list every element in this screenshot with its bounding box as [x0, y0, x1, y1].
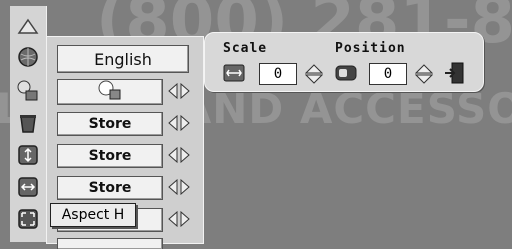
next-item[interactable] — [57, 238, 163, 249]
up-arrow-icon[interactable] — [16, 16, 40, 38]
position-up-down-icon[interactable] — [414, 64, 434, 88]
icon-strip — [10, 6, 47, 242]
aspect-icon[interactable] — [16, 208, 40, 230]
scale-icon — [223, 64, 245, 86]
position-icon — [335, 65, 357, 85]
exit-door-icon[interactable] — [443, 62, 465, 88]
store-item-1[interactable]: Store — [57, 112, 163, 136]
language-selector[interactable]: English — [57, 45, 189, 73]
pc-monitor-icon[interactable] — [16, 80, 40, 102]
input-source-item[interactable] — [57, 79, 163, 105]
aspect-tooltip: Aspect H — [50, 203, 136, 227]
scale-up-down-icon[interactable] — [304, 64, 324, 88]
store-item-3-arrows[interactable] — [168, 179, 190, 195]
horizontal-adjust-icon[interactable] — [16, 176, 40, 198]
globe-icon[interactable] — [16, 46, 40, 68]
store-item-1-arrows[interactable] — [168, 115, 190, 131]
position-value-field[interactable]: 0 — [369, 63, 407, 85]
scale-label: Scale — [223, 41, 268, 56]
store-item-2[interactable]: Store — [57, 144, 163, 168]
store-item-3[interactable]: Store — [57, 176, 163, 200]
store-item-2-arrows[interactable] — [168, 147, 190, 163]
aspect-item-arrows[interactable] — [168, 211, 190, 227]
computer-source-icon — [96, 80, 124, 104]
scale-value-field[interactable]: 0 — [259, 63, 297, 85]
input-source-arrows[interactable] — [168, 83, 190, 99]
position-label: Position — [335, 41, 406, 56]
vertical-adjust-icon[interactable] — [16, 144, 40, 166]
trash-icon[interactable] — [16, 112, 40, 134]
scale-position-panel: Scale Position 0 0 — [204, 32, 484, 92]
